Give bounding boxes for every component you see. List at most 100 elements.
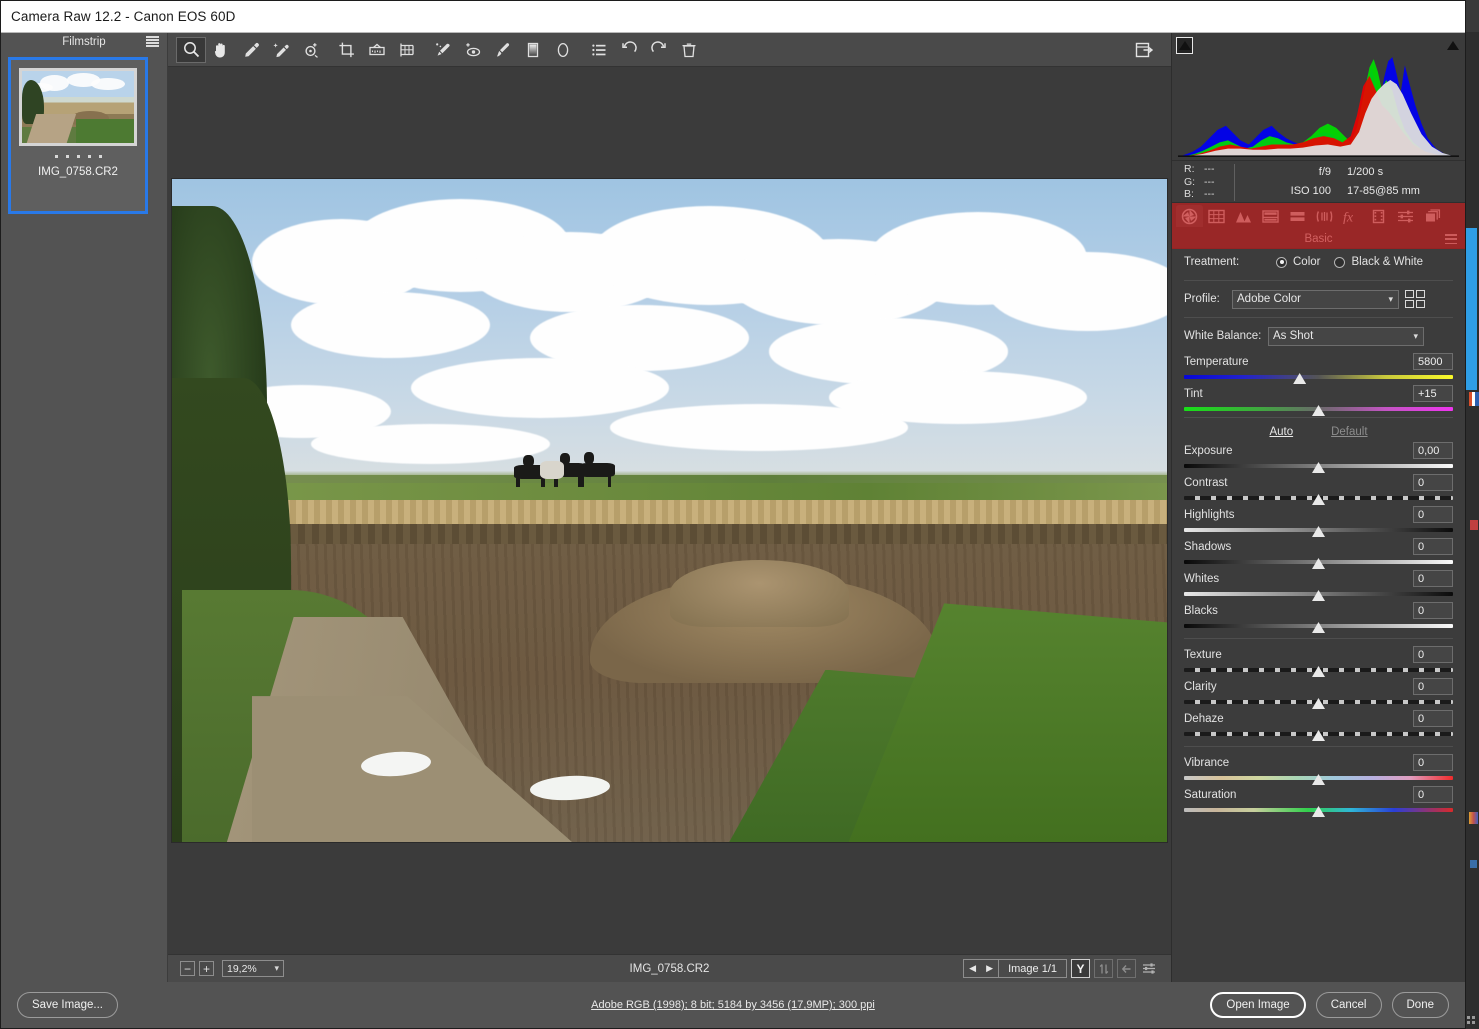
slider-value[interactable]: 0 [1413,678,1453,695]
slider-label: Tint [1184,388,1203,400]
window-title: Camera Raw 12.2 - Canon EOS 60D [11,9,235,24]
panel-menu-icon[interactable] [1445,234,1457,244]
tab-effects[interactable]: fx [1338,205,1365,227]
slider-track[interactable] [1184,623,1453,629]
shadow-clipping-triangle-icon[interactable] [1176,37,1193,54]
presets-tool[interactable] [584,37,614,63]
slider-value[interactable]: 5800 [1413,353,1453,370]
slider-value[interactable]: 0 [1413,786,1453,803]
slider-value[interactable]: 0 [1413,602,1453,619]
tab-tone-curve[interactable] [1203,205,1230,227]
tab-detail[interactable] [1230,205,1257,227]
slider-track[interactable] [1184,463,1453,469]
slider-value[interactable]: 0 [1413,474,1453,491]
white-balance-tool[interactable] [236,37,266,63]
thumbnail-filename: IMG_0758.CR2 [38,166,118,178]
zoom-in-button[interactable]: + [199,961,214,976]
transform-tool[interactable] [392,37,422,63]
right-panel: R:--- G:--- B:--- f/91/200 s ISO 10017-8… [1171,33,1465,982]
redo-tool[interactable] [644,37,674,63]
slider-track[interactable] [1184,406,1453,412]
slider-track[interactable] [1184,699,1453,705]
slider-clarity: Clarity0 [1184,676,1453,705]
slider-value[interactable]: +15 [1413,385,1453,402]
zoom-out-button[interactable]: − [180,961,195,976]
tab-split-toning[interactable] [1284,205,1311,227]
background-scrollbar-thumb[interactable] [1466,228,1477,390]
background-artifact [1469,392,1479,406]
slider-track[interactable] [1184,559,1453,565]
delete-tool[interactable] [674,37,704,63]
targeted-adjustment-tool[interactable] [296,37,326,63]
slider-track[interactable] [1184,527,1453,533]
slider-value[interactable]: 0 [1413,646,1453,663]
highlight-clipping-triangle-icon[interactable] [1444,37,1461,54]
slider-value[interactable]: 0 [1413,538,1453,555]
slider-value[interactable]: 0 [1413,710,1453,727]
centre-column: − + 19,2% ▾ IMG_0758.CR2 ◀ ▶ Image 1/1 Y [168,33,1171,982]
sync-arrows-icon[interactable] [1094,959,1113,978]
image-stage[interactable] [168,67,1171,954]
rating-dots[interactable] [55,155,102,158]
tab-hsl[interactable] [1257,205,1284,227]
hand-tool[interactable] [206,37,236,63]
treatment-bw-radio[interactable] [1334,257,1345,268]
zoom-tool[interactable] [176,37,206,63]
zoom-level-select[interactable]: 19,2% ▾ [222,960,284,977]
auto-button[interactable]: Auto [1269,426,1293,438]
tab-basic[interactable] [1176,205,1203,227]
profile-label: Profile: [1184,293,1232,305]
slider-track[interactable] [1184,807,1453,813]
slider-track[interactable] [1184,495,1453,501]
preview-image[interactable] [171,178,1168,843]
next-image-button[interactable]: ▶ [981,960,998,977]
profile-select[interactable]: Adobe Color ▾ [1232,290,1399,309]
white-balance-select[interactable]: As Shot ▾ [1268,327,1424,346]
done-button[interactable]: Done [1392,992,1450,1018]
slider-value[interactable]: 0,00 [1413,442,1453,459]
preview-toggle-button[interactable]: Y [1071,959,1090,978]
default-button[interactable]: Default [1331,426,1367,438]
radial-filter-tool[interactable] [548,37,578,63]
slider-label: Whites [1184,573,1219,585]
undo-tool[interactable] [614,37,644,63]
left-arrow-icon[interactable] [1117,959,1136,978]
tab-presets[interactable] [1392,205,1419,227]
tab-calibration[interactable] [1365,205,1392,227]
slider-track[interactable] [1184,591,1453,597]
red-eye-tool[interactable] [458,37,488,63]
list-item[interactable]: IMG_0758.CR2 [8,57,148,214]
slider-texture: Texture0 [1184,644,1453,673]
tab-lens-corrections[interactable] [1311,205,1338,227]
spot-removal-tool[interactable] [428,37,458,63]
previous-image-button[interactable]: ◀ [964,960,981,977]
divider [1184,417,1453,418]
slider-value[interactable]: 0 [1413,570,1453,587]
cancel-button[interactable]: Cancel [1316,992,1382,1018]
treatment-color-radio[interactable] [1276,257,1287,268]
graduated-filter-tool[interactable] [518,37,548,63]
background-artifact [1470,520,1478,530]
slider-track[interactable] [1184,731,1453,737]
tab-snapshots[interactable] [1419,205,1446,227]
background-artifact [1470,860,1477,868]
profile-grid-icon[interactable] [1405,290,1425,308]
basic-panel: Treatment: Color Black & White Profile: … [1172,249,1465,982]
slider-value[interactable]: 0 [1413,754,1453,771]
color-sampler-tool[interactable] [266,37,296,63]
toggle-fullscreen-icon[interactable] [1131,37,1159,63]
open-image-button[interactable]: Open Image [1210,992,1305,1018]
sliders-settings-icon[interactable] [1140,959,1159,978]
g-label: G: [1184,176,1204,189]
slider-track[interactable] [1184,775,1453,781]
straighten-tool[interactable] [362,37,392,63]
crop-tool[interactable] [332,37,362,63]
slider-value[interactable]: 0 [1413,506,1453,523]
histogram [1172,33,1465,161]
adjustment-brush-tool[interactable] [488,37,518,63]
panel-tab-strip: fx [1172,203,1465,229]
slider-track[interactable] [1184,374,1453,380]
hamburger-menu-icon[interactable] [146,36,159,47]
white-balance-label: White Balance: [1184,330,1268,342]
slider-track[interactable] [1184,667,1453,673]
